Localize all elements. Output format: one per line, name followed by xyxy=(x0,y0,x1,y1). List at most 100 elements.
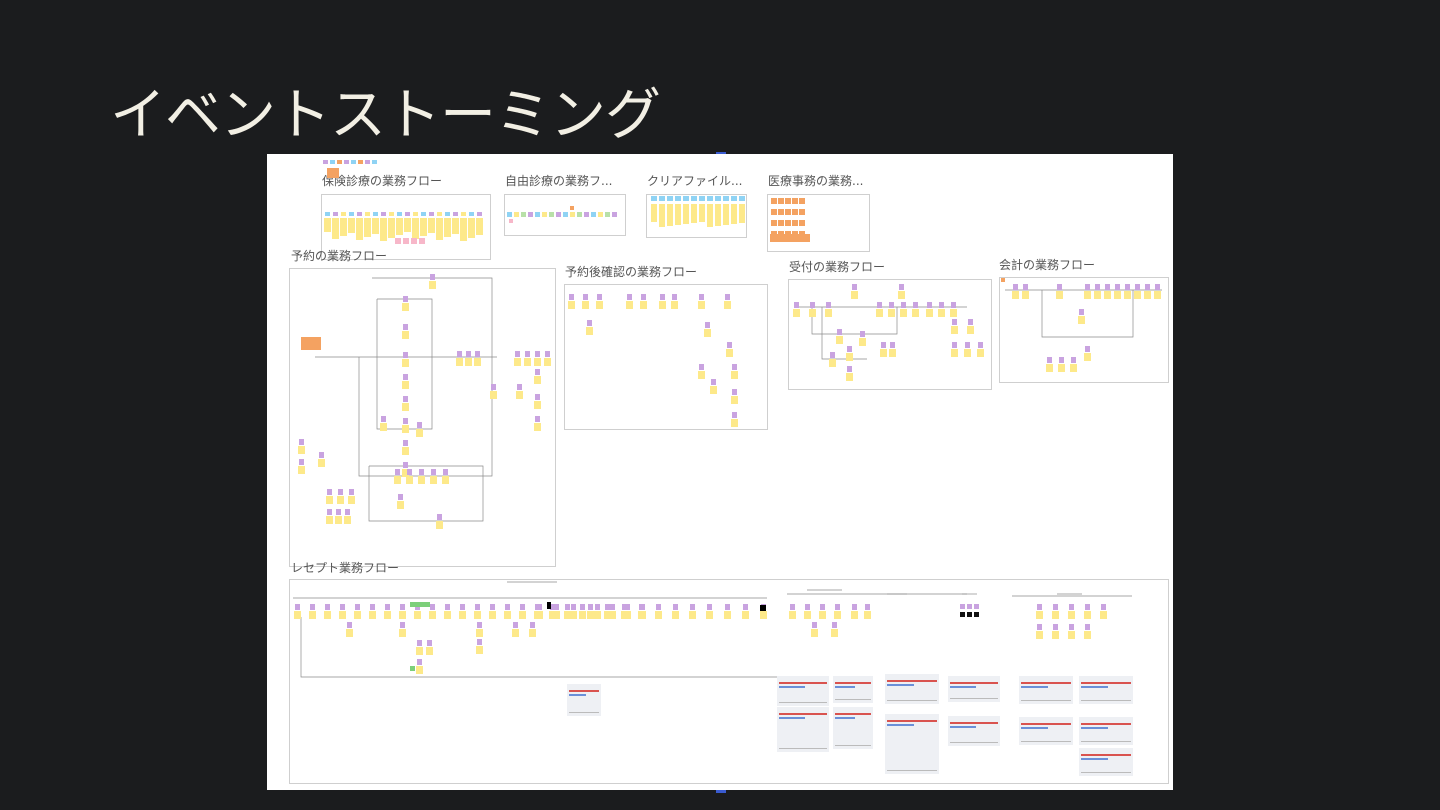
command-note xyxy=(403,440,408,446)
branch-path xyxy=(811,307,898,335)
event-note xyxy=(404,218,411,232)
policy-note xyxy=(785,220,791,226)
header-note xyxy=(477,212,482,216)
thumbnail-bar xyxy=(1021,682,1071,684)
event-note xyxy=(1094,291,1101,299)
command-note xyxy=(403,324,408,330)
command-note xyxy=(889,302,894,308)
command-note xyxy=(580,604,585,610)
thumbnail-bar xyxy=(887,770,937,771)
command-note xyxy=(569,294,574,300)
command-note xyxy=(338,489,343,495)
event-note xyxy=(880,349,887,357)
event-note xyxy=(380,218,387,241)
header-note xyxy=(528,212,533,217)
command-note xyxy=(732,412,737,418)
event-note xyxy=(846,353,853,361)
thumbnail xyxy=(1079,717,1133,745)
policy-note xyxy=(792,198,798,204)
thumbnail-bar xyxy=(950,722,998,724)
event-note xyxy=(731,396,738,404)
event-note xyxy=(698,371,705,379)
command-note xyxy=(805,604,810,610)
event-note xyxy=(698,301,705,309)
thumbnail xyxy=(1079,748,1133,776)
thumbnail-bar xyxy=(1081,682,1131,684)
command-note xyxy=(1047,357,1052,363)
command-note xyxy=(1057,284,1062,290)
branch-path xyxy=(358,277,493,477)
event-note xyxy=(1124,291,1131,299)
command-note xyxy=(427,640,432,646)
command-note xyxy=(965,342,970,348)
thumbnail-bar xyxy=(569,712,599,713)
readmodel-note xyxy=(699,196,705,201)
command-note xyxy=(515,351,520,357)
command-note xyxy=(395,469,400,475)
command-note xyxy=(672,294,677,300)
legend-note xyxy=(344,160,349,164)
event-note xyxy=(324,218,331,232)
policy-note xyxy=(792,220,798,226)
command-note xyxy=(974,604,979,609)
event-note xyxy=(294,611,301,619)
event-note xyxy=(726,349,733,357)
event-note xyxy=(529,629,536,637)
event-note xyxy=(1052,611,1059,619)
event-note xyxy=(964,349,971,357)
thumbnail-bar xyxy=(1081,727,1108,729)
command-note xyxy=(847,346,852,352)
command-note xyxy=(837,329,842,335)
command-note xyxy=(299,439,304,445)
policy-note xyxy=(778,220,784,226)
green-note xyxy=(420,602,425,607)
thumbnail xyxy=(885,674,939,704)
event-note xyxy=(851,291,858,299)
command-note xyxy=(477,622,482,628)
event-note xyxy=(1036,611,1043,619)
header-note xyxy=(570,212,575,217)
event-note xyxy=(384,611,391,619)
event-note xyxy=(372,218,379,234)
thumbnail-bar xyxy=(1081,700,1131,701)
command-note xyxy=(327,489,332,495)
command-note xyxy=(660,294,665,300)
header-note xyxy=(612,212,617,217)
header-note xyxy=(563,212,568,217)
event-note xyxy=(859,338,866,346)
command-note xyxy=(466,351,471,357)
legend-note xyxy=(365,160,370,164)
event-note xyxy=(476,218,483,235)
command-note xyxy=(743,604,748,610)
header-note xyxy=(397,212,402,216)
command-note xyxy=(1085,284,1090,290)
header-note xyxy=(542,212,547,217)
command-note xyxy=(810,302,815,308)
event-note xyxy=(819,611,826,619)
thumbnail-bar xyxy=(950,686,976,688)
thumbnail xyxy=(1019,717,1073,745)
command-note xyxy=(1023,284,1028,290)
thumbnail-bar xyxy=(887,724,914,726)
readmodel-note xyxy=(683,196,689,201)
command-note xyxy=(417,659,422,665)
event-note xyxy=(412,218,419,239)
command-note xyxy=(583,294,588,300)
event-note xyxy=(337,496,344,504)
command-note xyxy=(535,351,540,357)
event-note xyxy=(402,381,409,389)
event-note xyxy=(667,204,673,226)
event-storming-board[interactable]: 保険診療の業務フロー 自由診療の業務フ... クリアファイル... 医療事務の業… xyxy=(267,154,1173,790)
command-note xyxy=(852,284,857,290)
event-note xyxy=(1084,611,1091,619)
policy-note xyxy=(1001,278,1005,282)
command-note xyxy=(537,604,542,610)
command-note xyxy=(490,604,495,610)
event-note xyxy=(490,391,497,399)
event-note xyxy=(888,309,895,317)
policy-note xyxy=(301,337,321,350)
command-note xyxy=(295,604,300,610)
command-note xyxy=(445,604,450,610)
command-note xyxy=(1037,604,1042,610)
command-note xyxy=(385,604,390,610)
